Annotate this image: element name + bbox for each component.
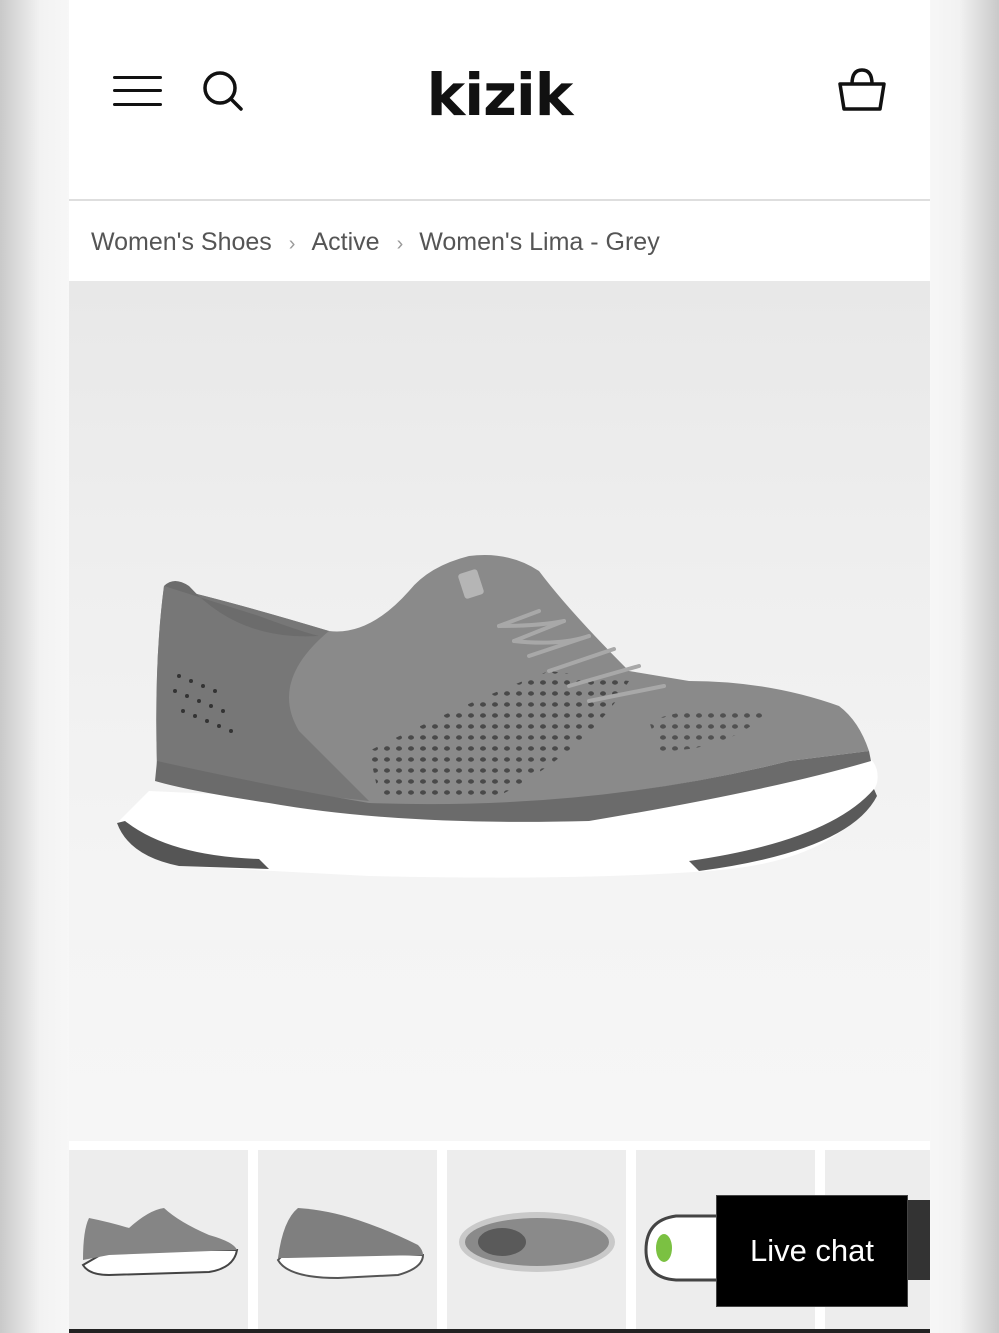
product-main-image[interactable] xyxy=(69,281,930,1141)
search-icon[interactable] xyxy=(202,70,244,112)
breadcrumb: Women's Shoes › Active › Women's Lima - … xyxy=(91,222,660,262)
thumbnail-angle-view[interactable] xyxy=(258,1150,437,1333)
chevron-right-icon: › xyxy=(288,232,296,255)
live-chat-button[interactable]: Live chat xyxy=(716,1195,908,1307)
product-page: kizik Women's Shoes › Active › Women's L… xyxy=(69,0,930,1333)
thumbnail-top-view[interactable] xyxy=(447,1150,626,1333)
breadcrumb-active[interactable]: Active xyxy=(311,228,379,257)
header-divider xyxy=(69,199,930,201)
menu-icon[interactable] xyxy=(113,74,162,108)
brand-logo[interactable]: kizik xyxy=(369,60,630,130)
bottom-edge xyxy=(69,1329,930,1333)
site-header: kizik xyxy=(69,0,930,199)
thumbnail-side-view[interactable] xyxy=(69,1150,248,1333)
breadcrumb-current-product: Women's Lima - Grey xyxy=(419,227,660,256)
chevron-right-icon: › xyxy=(396,232,404,255)
shoe-image xyxy=(117,555,878,878)
basket-icon[interactable] xyxy=(837,66,887,114)
breadcrumb-womens-shoes[interactable]: Women's Shoes xyxy=(91,228,272,257)
